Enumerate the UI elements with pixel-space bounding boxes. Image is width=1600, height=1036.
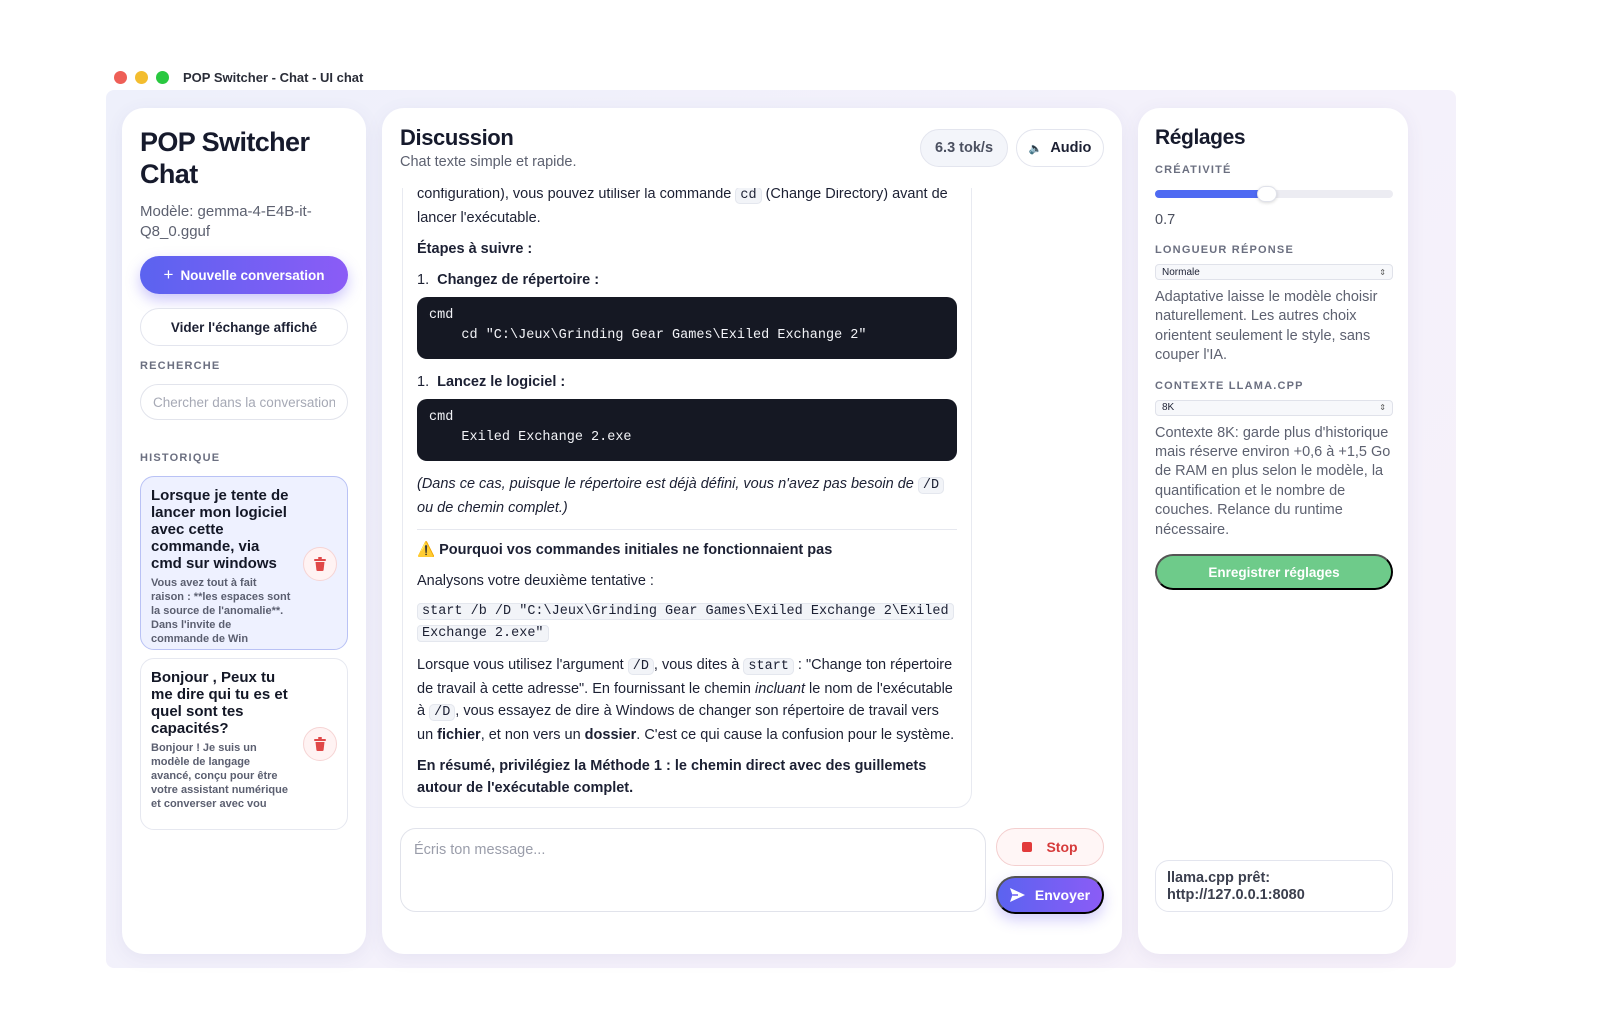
window-title: POP Switcher - Chat - UI chat [183, 69, 364, 85]
plus-icon: + [163, 265, 174, 284]
settings-panel: Réglages CRÉATIVITÉ 0.7 LONGUEUR RÉPONSE… [1138, 108, 1408, 954]
history-item[interactable]: Bonjour , Peux tu me dire qui tu es et q… [140, 658, 348, 830]
speaker-icon: 🔈 [1028, 142, 1043, 155]
send-button[interactable]: Envoyer [996, 876, 1104, 914]
analysis-text: Analysons votre deuxième tentative : [417, 573, 654, 589]
delete-history-button[interactable] [303, 547, 337, 581]
server-status: llama.cpp prêt: http://127.0.0.1:8080 [1155, 860, 1393, 912]
chevron-updown-icon: ⇕ [1379, 403, 1386, 413]
code-block: cmd Exiled Exchange 2.exe [417, 399, 957, 461]
trash-icon [314, 557, 326, 571]
warning-icon: ⚠️ [417, 542, 436, 558]
new-conversation-label: Nouvelle conversation [180, 267, 325, 283]
slider-thumb[interactable] [1256, 186, 1277, 202]
search-label: RECHERCHE [140, 360, 221, 372]
length-label: LONGUEUR RÉPONSE [1155, 244, 1294, 256]
history-item[interactable]: Lorsque je tente de lancer mon logiciel … [140, 476, 348, 650]
maximize-window-button[interactable] [156, 70, 169, 84]
stop-icon [1022, 842, 1033, 852]
assistant-message: configuration), vous pouvez utiliser la … [402, 188, 972, 808]
history-item-title: Lorsque je tente de lancer mon logiciel … [151, 487, 289, 572]
close-window-button[interactable] [114, 70, 127, 84]
steps-heading: Étapes à suivre : [417, 241, 533, 257]
clear-exchange-button[interactable]: Vider l'échange affiché [140, 308, 348, 346]
stop-button[interactable]: Stop [996, 828, 1104, 866]
history-item-snippet: Vous avez tout à fait raison : **les esp… [151, 577, 291, 645]
context-selected: 8K [1162, 402, 1175, 414]
chevron-updown-icon: ⇕ [1379, 267, 1386, 277]
message-paragraph: configuration), vous pouvez utiliser la … [417, 188, 948, 226]
sidebar: POP Switcher Chat Modèle: gemma-4-E4B-it… [122, 108, 366, 954]
history-label: HISTORIQUE [140, 452, 221, 464]
speed-badge: 6.3 tok/s [920, 129, 1008, 167]
chat-subtitle: Chat texte simple et rapide. [400, 154, 577, 170]
message-input[interactable] [400, 828, 986, 912]
creativity-slider[interactable] [1155, 186, 1393, 202]
length-selected: Normale [1162, 266, 1200, 278]
divider [417, 529, 957, 530]
message-scroll-area[interactable]: configuration), vous pouvez utiliser la … [402, 188, 974, 810]
creativity-label: CRÉATIVITÉ [1155, 164, 1232, 176]
creativity-value: 0.7 [1155, 212, 1176, 228]
step-item: 1. Changez de répertoire : [417, 272, 600, 288]
app-window: POP Switcher - Chat - UI chat POP Switch… [106, 64, 1456, 968]
length-description: Adaptative laisse le modèle choisir natu… [1155, 289, 1378, 364]
save-settings-button[interactable]: Enregistrer réglages [1155, 554, 1393, 591]
length-select[interactable]: Normale ⇕ [1155, 264, 1393, 280]
history-item-snippet: Bonjour ! Je suis un modèle de langage a… [151, 742, 288, 810]
audio-label: Audio [1050, 140, 1092, 156]
minimize-window-button[interactable] [135, 70, 148, 84]
new-conversation-button[interactable]: + Nouvelle conversation [140, 256, 348, 294]
search-input[interactable] [140, 384, 348, 420]
settings-title: Réglages [1155, 126, 1246, 149]
context-label: CONTEXTE LLAMA.CPP [1155, 379, 1304, 392]
command-code: start /b /D "C:\Jeux\Grinding Gear Games… [417, 601, 957, 645]
app-title: POP Switcher Chat [140, 127, 310, 189]
warning-heading: ⚠️ Pourquoi vos commandes initiales ne f… [417, 542, 833, 558]
window-titlebar: POP Switcher - Chat - UI chat [106, 64, 1456, 90]
chat-title: Discussion [400, 125, 514, 150]
code-block: cmd cd "C:\Jeux\Grinding Gear Games\Exil… [417, 297, 957, 359]
context-description: Contexte 8K: garde plus d'historique mai… [1155, 424, 1391, 538]
slider-fill [1155, 190, 1267, 198]
trash-icon [314, 737, 326, 751]
delete-history-button[interactable] [303, 727, 337, 761]
context-select[interactable]: 8K ⇕ [1155, 399, 1393, 416]
send-label: Envoyer [1034, 887, 1091, 903]
send-icon [1009, 888, 1025, 902]
explanation-paragraph: Lorsque vous utilisez l'argument /D, vou… [417, 657, 955, 743]
history-item-title: Bonjour , Peux tu me dire qui tu es et q… [151, 669, 288, 737]
summary-text: En résumé, privilégiez la Méthode 1 : le… [417, 758, 927, 796]
model-name: Modèle: gemma-4-E4B-it-Q8_0.gguf [140, 203, 312, 240]
audio-button[interactable]: 🔈 Audio [1016, 129, 1104, 167]
chat-panel: Discussion Chat texte simple et rapide. … [382, 108, 1122, 954]
app-body: POP Switcher Chat Modèle: gemma-4-E4B-it… [106, 90, 1456, 968]
stop-label: Stop [1046, 839, 1078, 855]
note-paragraph: (Dans ce cas, puisque le répertoire est … [417, 473, 957, 519]
step-item: 1. Lancez le logiciel : [417, 374, 566, 390]
